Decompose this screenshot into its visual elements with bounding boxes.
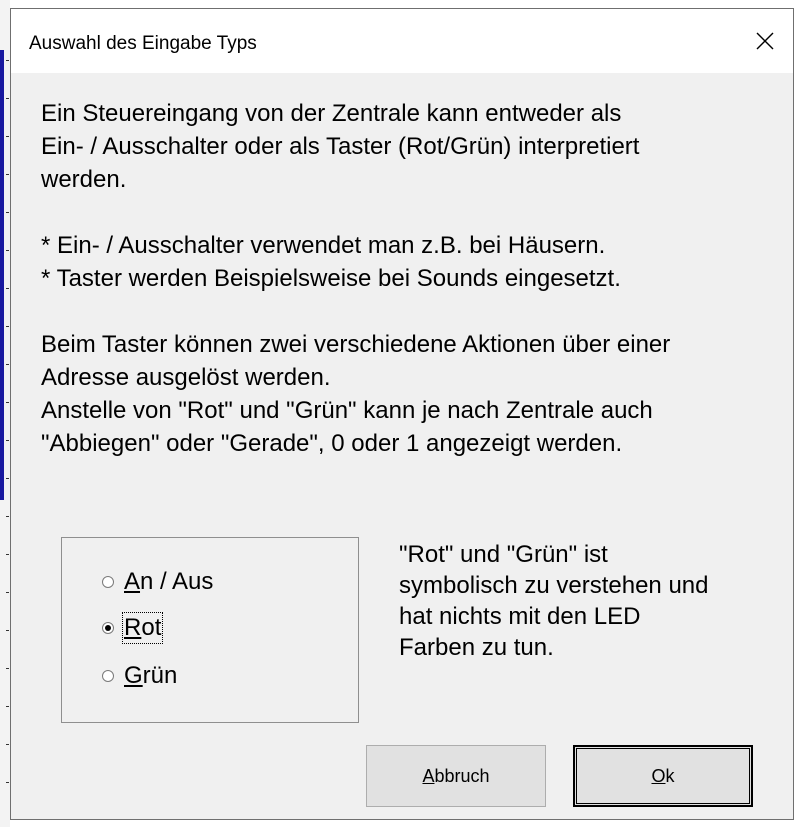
edge-tick: [6, 288, 9, 289]
close-button[interactable]: [743, 19, 787, 63]
close-icon: [756, 32, 774, 50]
edge-tick: [6, 630, 9, 631]
cancel-button-label: Abbruch: [422, 765, 490, 786]
note-text: "Rot" und "Grün" ist symbolisch zu verst…: [399, 539, 779, 663]
edge-tick: [6, 592, 9, 593]
title-bar[interactable]: Auswahl des Eingabe Typs: [11, 9, 793, 73]
edge-tick: [6, 250, 9, 251]
radio-label-gruen[interactable]: Grün: [124, 662, 177, 690]
edge-tick: [6, 136, 9, 137]
description-line: * Taster werden Beispielsweise bei Sound…: [41, 265, 621, 292]
edge-tick: [6, 668, 9, 669]
description-line: Ein Steuereingang von der Zentrale kann …: [41, 100, 622, 127]
note-line: Farben zu tun.: [399, 634, 554, 661]
edge-tick: [6, 478, 9, 479]
edge-tick: [6, 744, 9, 745]
description-text: Ein Steuereingang von der Zentrale kann …: [41, 97, 771, 460]
edge-tick: [6, 364, 9, 365]
radio-button-rot[interactable]: [102, 622, 114, 634]
radio-label-rot[interactable]: Rot: [121, 612, 164, 644]
edge-tick: [6, 516, 9, 517]
radio-button-gruen[interactable]: [102, 670, 114, 682]
dialog-title: Auswahl des Eingabe Typs: [29, 33, 257, 54]
description-line: werden.: [41, 166, 127, 193]
ok-button-label: Ok: [651, 765, 675, 786]
ok-button[interactable]: Ok: [573, 745, 753, 807]
note-line: "Rot" und "Grün" ist: [399, 541, 608, 568]
description-line: * Ein- / Ausschalter verwendet man z.B. …: [41, 232, 606, 259]
radio-an-aus[interactable]: An / Aus: [102, 568, 213, 596]
note-line: hat nichts mit den LED: [399, 603, 641, 630]
edge-tick: [6, 212, 9, 213]
radio-button-an-aus[interactable]: [102, 576, 114, 588]
radio-label-an-aus[interactable]: An / Aus: [124, 568, 213, 596]
radio-rot[interactable]: Rot: [102, 612, 164, 644]
radio-gruen[interactable]: Grün: [102, 662, 177, 690]
description-line: "Abbiegen" oder "Gerade", 0 oder 1 angez…: [41, 430, 623, 457]
description-line: Adresse ausgelöst werden.: [41, 364, 331, 391]
edge-tick: [6, 326, 9, 327]
edge-tick: [6, 782, 9, 783]
edge-tick: [6, 174, 9, 175]
background-window-accent: [0, 50, 4, 500]
edge-tick: [6, 98, 9, 99]
input-type-groupbox: An / Aus Rot Grün: [61, 537, 359, 723]
edge-tick: [6, 440, 9, 441]
description-line: Beim Taster können zwei verschiedene Akt…: [41, 331, 671, 358]
edge-tick: [6, 402, 9, 403]
cancel-button[interactable]: Abbruch: [366, 745, 546, 807]
edge-tick: [6, 706, 9, 707]
description-line: Anstelle von "Rot" und "Grün" kann je na…: [41, 397, 653, 424]
edge-tick: [6, 60, 9, 61]
dialog-window: Auswahl des Eingabe Typs Ein Steuereinga…: [10, 8, 794, 820]
note-line: symbolisch zu verstehen und: [399, 572, 709, 599]
description-line: Ein- / Ausschalter oder als Taster (Rot/…: [41, 133, 640, 160]
edge-tick: [6, 554, 9, 555]
